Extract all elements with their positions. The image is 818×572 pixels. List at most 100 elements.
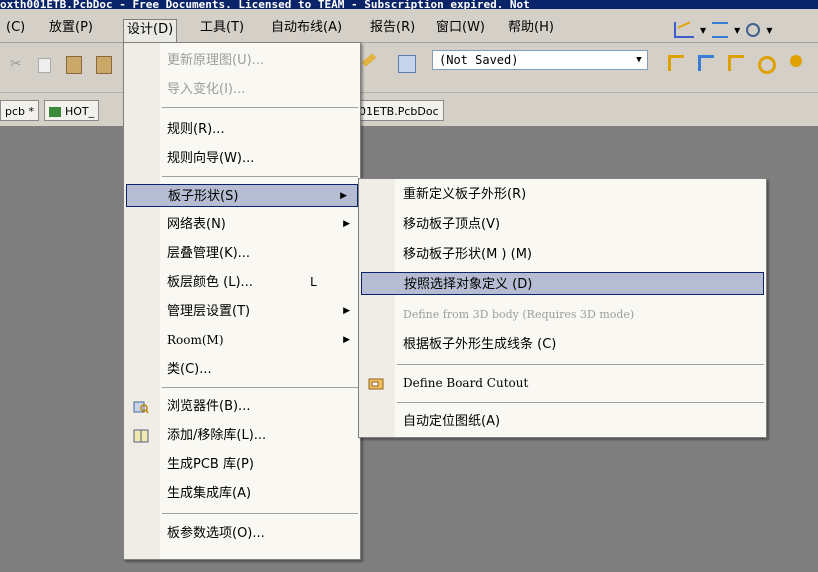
menu-layer-stack-manager[interactable]: 层叠管理(K)... bbox=[124, 242, 360, 265]
menu-bar: (C) 放置(P) 设计(D) 工具(T) 自动布线(A) 报告(R) 窗口(W… bbox=[0, 9, 818, 43]
route-icon[interactable] bbox=[668, 55, 684, 71]
menu-define-from-3d-body[interactable]: Define from 3D body (Requires 3D mode) bbox=[359, 303, 766, 326]
menu-classes-label: 类(C)... bbox=[167, 362, 212, 377]
menu-define-from-selected-objects[interactable]: 按照选择对象定义 (D) bbox=[361, 272, 764, 295]
menu-move-board-vertices[interactable]: 移动板子顶点(V) bbox=[359, 213, 766, 236]
menu-browse-components-label: 浏览器件(B)... bbox=[167, 399, 251, 414]
via-icon[interactable] bbox=[758, 56, 776, 74]
menu-board-options-label: 板参数选项(O)... bbox=[167, 526, 265, 541]
menu-rules[interactable]: 规则(R)... bbox=[124, 118, 360, 141]
menu-item-tools[interactable]: 工具(T) bbox=[197, 18, 247, 38]
menu-define-from-selected-label: 按照选择对象定义 (D) bbox=[404, 277, 533, 292]
menu-item-place[interactable]: 放置(P) bbox=[46, 18, 96, 38]
menu-create-primitives-from-board-shape[interactable]: 根据板子外形生成线条 (C) bbox=[359, 333, 766, 356]
paste-special-icon[interactable] bbox=[96, 56, 112, 74]
menu-create-primitives-label: 根据板子外形生成线条 (C) bbox=[403, 337, 557, 352]
window-title: oxth001ETB.PcbDoc - Free Documents. Lice… bbox=[0, 0, 530, 9]
board-cutout-icon bbox=[368, 376, 384, 390]
menu-separator bbox=[162, 107, 358, 108]
pencil-icon[interactable] bbox=[361, 53, 377, 67]
menu-define-board-cutout[interactable]: Define Board Cutout bbox=[359, 372, 766, 395]
menu-make-pcb-library-label: 生成PCB 库(P) bbox=[167, 457, 254, 472]
menu-define-from-3d-body-label: Define from 3D body (Requires 3D mode) bbox=[403, 308, 635, 321]
menu-separator bbox=[397, 364, 764, 365]
menu-browse-components[interactable]: 浏览器件(B)... bbox=[124, 395, 360, 418]
submenu-arrow-icon: ▶ bbox=[343, 335, 350, 345]
menu-board-layers-colors[interactable]: 板层颜色 (L)... L bbox=[124, 271, 360, 294]
paste-icon[interactable] bbox=[66, 56, 82, 74]
diff-pair-icon[interactable] bbox=[728, 55, 744, 71]
menu-layer-sets-label: 管理层设置(T) bbox=[167, 304, 251, 319]
cut-icon[interactable]: ✂ bbox=[10, 56, 22, 72]
dropdown-icon[interactable]: ▼ bbox=[734, 26, 740, 35]
menu-classes[interactable]: 类(C)... bbox=[124, 358, 360, 381]
menu-item-window[interactable]: 窗口(W) bbox=[433, 18, 488, 38]
design-menu: 更新原理图(U)... 导入变化(I)... 规则(R)... 规则向导(W).… bbox=[123, 42, 361, 560]
menu-move-board-shape-label: 移动板子形状(M ) (M) bbox=[403, 247, 532, 262]
variant-combo[interactable]: (Not Saved) ▼ bbox=[432, 50, 648, 70]
menu-rooms[interactable]: Room(M) ▶ bbox=[124, 329, 360, 352]
dropdown-icon[interactable]: ▼ bbox=[700, 26, 706, 35]
menu-import-changes-label: 导入变化(I)... bbox=[167, 82, 246, 97]
variant-combo-value: (Not Saved) bbox=[439, 53, 519, 67]
chevron-down-icon[interactable]: ▼ bbox=[631, 51, 647, 69]
align-icon[interactable] bbox=[712, 22, 729, 38]
dropdown-icon[interactable]: ▼ bbox=[766, 26, 772, 35]
menu-board-shape-label: 板子形状(S) bbox=[168, 189, 239, 204]
menu-make-integrated-library[interactable]: 生成集成库(A) bbox=[124, 482, 360, 505]
menu-netlist[interactable]: 网络表(N) ▶ bbox=[124, 213, 360, 236]
menu-item-reports[interactable]: 报告(R) bbox=[367, 18, 418, 38]
menu-separator bbox=[162, 513, 358, 514]
window-title-bar: oxth001ETB.PcbDoc - Free Documents. Lice… bbox=[0, 0, 818, 9]
submenu-arrow-icon: ▶ bbox=[343, 306, 350, 316]
fanout-icon[interactable] bbox=[698, 55, 714, 71]
tab-hot[interactable]: HOT_ bbox=[44, 100, 100, 121]
menu-item-design[interactable]: 设计(D) bbox=[123, 19, 178, 42]
menu-redefine-board-shape-label: 重新定义板子外形(R) bbox=[403, 187, 527, 202]
menu-move-board-shape[interactable]: 移动板子形状(M ) (M) bbox=[359, 243, 766, 266]
menu-add-remove-library[interactable]: 添加/移除库(L)... bbox=[124, 424, 360, 447]
submenu-arrow-icon: ▶ bbox=[343, 219, 350, 229]
menu-netlist-label: 网络表(N) bbox=[167, 217, 226, 232]
copy-icon[interactable] bbox=[38, 58, 51, 73]
board-shape-submenu: 重新定义板子外形(R) 移动板子顶点(V) 移动板子形状(M ) (M) 按照选… bbox=[358, 178, 767, 438]
menu-separator bbox=[162, 176, 358, 177]
menu-layer-sets-manager[interactable]: 管理层设置(T) ▶ bbox=[124, 300, 360, 323]
browse-components-icon[interactable] bbox=[398, 55, 416, 73]
menu-item-help[interactable]: 帮助(H) bbox=[505, 18, 557, 38]
menu-auto-position-sheet-label: 自动定位图纸(A) bbox=[403, 414, 501, 429]
menu-update-schematic[interactable]: 更新原理图(U)... bbox=[124, 49, 360, 72]
component-browser-icon bbox=[133, 399, 149, 414]
menu-rules-label: 规则(R)... bbox=[167, 122, 225, 137]
menu-layer-stack-label: 层叠管理(K)... bbox=[167, 246, 251, 261]
menu-add-remove-library-label: 添加/移除库(L)... bbox=[167, 428, 267, 443]
pad-icon[interactable] bbox=[790, 55, 802, 67]
tab-hot-label: HOT_ bbox=[65, 105, 95, 118]
menu-auto-position-sheet[interactable]: 自动定位图纸(A) bbox=[359, 410, 766, 433]
menu-board-shape[interactable]: 板子形状(S) ▶ bbox=[126, 184, 358, 207]
menu-rule-wizard-label: 规则向导(W)... bbox=[167, 151, 255, 166]
menu-shortcut: L bbox=[310, 275, 318, 289]
menu-board-layers-label: 板层颜色 (L)... bbox=[167, 275, 253, 290]
menu-item-c[interactable]: (C) bbox=[3, 18, 28, 38]
menu-rule-wizard[interactable]: 规则向导(W)... bbox=[124, 147, 360, 170]
find-similar-icon[interactable] bbox=[746, 23, 761, 37]
menu-define-board-cutout-label: Define Board Cutout bbox=[403, 376, 529, 390]
chart-icon[interactable] bbox=[674, 21, 694, 38]
menu-move-board-vertices-label: 移动板子顶点(V) bbox=[403, 217, 501, 232]
menu-board-options[interactable]: 板参数选项(O)... bbox=[124, 522, 360, 545]
menu-redefine-board-shape[interactable]: 重新定义板子外形(R) bbox=[359, 183, 766, 206]
menu-import-changes[interactable]: 导入变化(I)... bbox=[124, 78, 360, 101]
library-book-icon bbox=[133, 428, 149, 443]
tab-pcb[interactable]: pcb * bbox=[0, 100, 40, 121]
tab-pcbdoc[interactable]: 01ETB.PcbDoc bbox=[354, 100, 444, 121]
menu-separator bbox=[162, 387, 358, 388]
submenu-arrow-icon: ▶ bbox=[340, 191, 347, 201]
menu-update-schematic-label: 更新原理图(U)... bbox=[167, 53, 265, 68]
menu-make-integrated-library-label: 生成集成库(A) bbox=[167, 486, 252, 501]
menu-rooms-label: Room(M) bbox=[167, 333, 224, 347]
menu-make-pcb-library[interactable]: 生成PCB 库(P) bbox=[124, 453, 360, 476]
pcb-doc-icon bbox=[49, 107, 61, 117]
menu-item-autoroute[interactable]: 自动布线(A) bbox=[268, 18, 345, 38]
menu-separator bbox=[397, 402, 764, 403]
